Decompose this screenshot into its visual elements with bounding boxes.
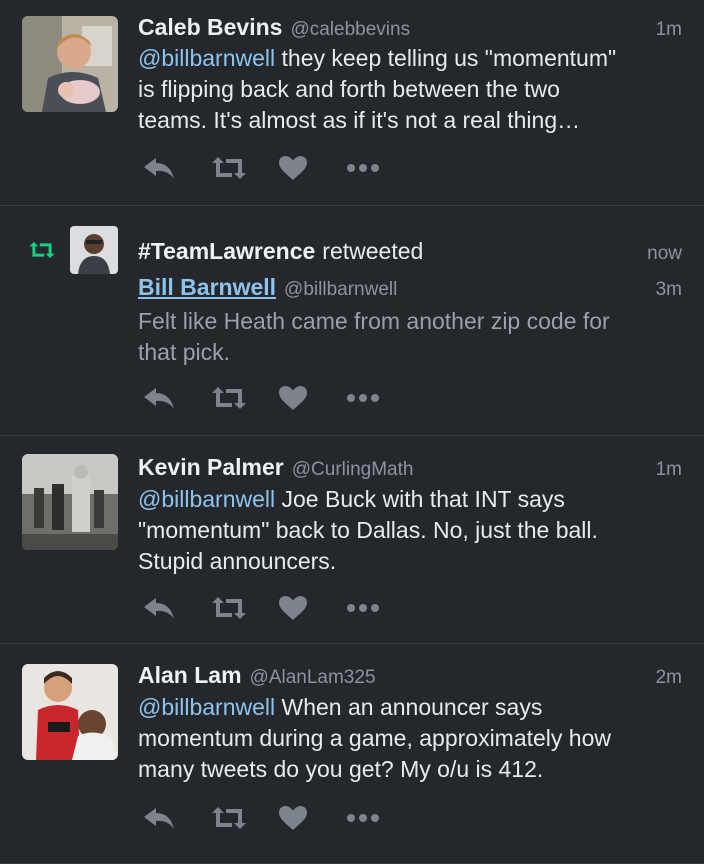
tweet-item[interactable]: Kevin Palmer @CurlingMath 1m @billbarnwe… <box>0 436 704 644</box>
timestamp[interactable]: 2m <box>656 667 682 689</box>
more-button[interactable] <box>346 154 414 182</box>
tweet-actions <box>142 594 414 622</box>
tweet-header: Kevin Palmer @CurlingMath 1m <box>138 454 682 484</box>
retweet-button[interactable] <box>210 154 278 182</box>
quoted-tweet-text: Felt like Heath came from another zip co… <box>138 306 682 368</box>
tweet-actions <box>142 384 414 412</box>
author-handle[interactable]: @calebbevins <box>290 19 410 41</box>
mention-link[interactable]: @billbarnwell <box>138 45 275 71</box>
author-name[interactable]: Kevin Palmer <box>138 454 284 481</box>
more-button[interactable] <box>346 384 414 412</box>
retweet-icon <box>29 241 55 259</box>
heart-icon <box>279 386 307 410</box>
tweet-text: @billbarnwell they keep telling us "mome… <box>138 43 682 136</box>
heart-icon <box>279 156 307 180</box>
reply-button[interactable] <box>142 384 210 412</box>
author-handle[interactable]: @AlanLam325 <box>250 667 376 689</box>
reply-button[interactable] <box>142 154 210 182</box>
tweet-line: "momentum" back to Dallas. No, just the … <box>138 517 598 543</box>
avatar[interactable] <box>22 16 118 112</box>
quoted-timestamp[interactable]: 3m <box>656 279 682 301</box>
author-name[interactable]: Alan Lam <box>138 662 242 689</box>
mention-link[interactable]: @billbarnwell <box>138 694 275 720</box>
tweet-line: teams. It's almost as if it's not a real… <box>138 107 581 133</box>
tweet-actions <box>142 804 414 832</box>
more-dots-icon <box>347 814 379 822</box>
retweet-icon <box>212 157 246 179</box>
retweet-context: #TeamLawrence retweeted now <box>138 238 682 268</box>
mention-link[interactable]: @billbarnwell <box>138 486 275 512</box>
retweet-item[interactable]: #TeamLawrence retweeted now Bill Barnwel… <box>0 206 704 436</box>
more-button[interactable] <box>346 594 414 622</box>
more-dots-icon <box>347 164 379 172</box>
tweet-item[interactable]: Caleb Bevins @calebbevins 1m @billbarnwe… <box>0 0 704 206</box>
retweet-icon <box>212 387 246 409</box>
tweet-line: they keep telling us "momentum" <box>275 45 617 71</box>
author-name[interactable]: Caleb Bevins <box>138 14 282 41</box>
retweeter-avatar[interactable] <box>70 226 118 274</box>
heart-icon <box>279 806 307 830</box>
tweet-header: Alan Lam @AlanLam325 2m <box>138 662 682 692</box>
avatar[interactable] <box>22 454 118 550</box>
reply-arrow-icon <box>144 598 174 619</box>
retweet-icon <box>212 807 246 829</box>
reply-arrow-icon <box>144 388 174 409</box>
retweet-timestamp[interactable]: now <box>647 243 682 265</box>
reply-arrow-icon <box>144 808 174 829</box>
tweet-actions <box>142 154 414 182</box>
timestamp[interactable]: 1m <box>656 19 682 41</box>
tweet-line: that pick. <box>138 339 231 365</box>
tweet-header: Caleb Bevins @calebbevins 1m <box>138 14 682 44</box>
tweet-line: When an announcer says <box>275 694 543 720</box>
retweet-button[interactable] <box>210 804 278 832</box>
tweet-text: @billbarnwell Joe Buck with that INT say… <box>138 484 682 577</box>
tweet-line: Felt like Heath came from another zip co… <box>138 308 610 334</box>
retweeter-name[interactable]: #TeamLawrence <box>138 238 315 265</box>
more-dots-icon <box>347 394 379 402</box>
quoted-header: Bill Barnwell @billbarnwell 3m <box>138 274 682 304</box>
like-button[interactable] <box>278 804 346 832</box>
like-button[interactable] <box>278 594 346 622</box>
like-button[interactable] <box>278 154 346 182</box>
quoted-author-handle[interactable]: @billbarnwell <box>284 279 397 301</box>
tweet-line: Joe Buck with that INT says <box>275 486 565 512</box>
heart-icon <box>279 596 307 620</box>
reply-button[interactable] <box>142 804 210 832</box>
timestamp[interactable]: 1m <box>656 459 682 481</box>
more-dots-icon <box>347 604 379 612</box>
tweet-text: @billbarnwell When an announcer says mom… <box>138 692 682 785</box>
tweet-line: Stupid announcers. <box>138 548 337 574</box>
retweet-button[interactable] <box>210 594 278 622</box>
tweet-line: is flipping back and forth between the t… <box>138 76 560 102</box>
reply-arrow-icon <box>144 158 174 179</box>
like-button[interactable] <box>278 384 346 412</box>
tweet-item[interactable]: Alan Lam @AlanLam325 2m @billbarnwell Wh… <box>0 644 704 864</box>
quoted-author-name[interactable]: Bill Barnwell <box>138 274 276 301</box>
reply-button[interactable] <box>142 594 210 622</box>
more-button[interactable] <box>346 804 414 832</box>
retweet-icon <box>212 597 246 619</box>
tweet-line: many tweets do you get? My o/u is 412. <box>138 756 544 782</box>
retweeted-label: retweeted <box>322 238 424 264</box>
retweet-button[interactable] <box>210 384 278 412</box>
avatar[interactable] <box>22 664 118 760</box>
tweet-line: momentum during a game, approximately ho… <box>138 725 612 751</box>
author-handle[interactable]: @CurlingMath <box>292 459 414 481</box>
